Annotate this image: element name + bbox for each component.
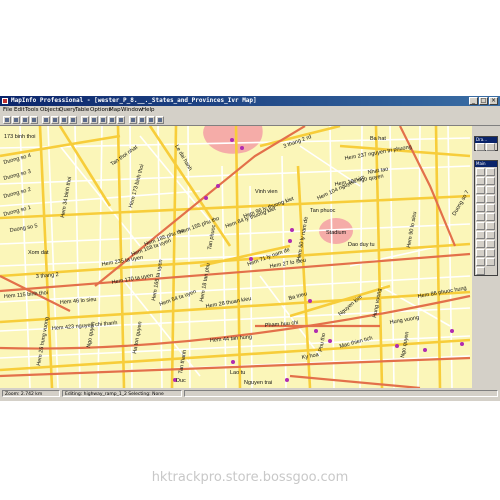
- poi-marker[interactable]: [328, 339, 332, 343]
- street-label: Stadium: [326, 230, 347, 236]
- menu-help[interactable]: Help: [142, 106, 155, 115]
- copy-button[interactable]: [51, 116, 59, 124]
- layer-control-button[interactable]: [138, 116, 146, 124]
- line-tool-icon[interactable]: [486, 143, 495, 151]
- info-tool-icon[interactable]: [476, 213, 485, 221]
- undo-button[interactable]: [69, 116, 77, 124]
- street-label: 173 binh thoi: [4, 134, 36, 140]
- app-icon: [2, 98, 8, 104]
- legend-icon[interactable]: [476, 240, 485, 248]
- polygon-select-icon[interactable]: [476, 186, 485, 194]
- sql-select-button[interactable]: [129, 116, 137, 124]
- street-label: Lao tu: [230, 370, 245, 376]
- street-label: Vinh vien: [255, 189, 278, 195]
- menu-file[interactable]: File: [3, 106, 12, 115]
- graph-select-icon[interactable]: [476, 249, 485, 257]
- new-mapper-button[interactable]: [90, 116, 98, 124]
- tool-palettes: Dra... Main: [472, 126, 500, 388]
- pen-tool-icon[interactable]: [476, 143, 485, 151]
- street-label: Ba hat: [370, 136, 386, 142]
- hotlink-icon[interactable]: [486, 213, 495, 221]
- show-hide-icon[interactable]: [476, 258, 485, 266]
- select-arrow-icon[interactable]: [476, 168, 485, 176]
- poi-marker[interactable]: [314, 329, 318, 333]
- poi-marker[interactable]: [450, 329, 454, 333]
- poi-marker[interactable]: [231, 360, 235, 364]
- zoom-status: Zoom: 2.742 km: [2, 390, 60, 397]
- poi-marker[interactable]: [395, 344, 399, 348]
- marquee-select-icon[interactable]: [476, 177, 485, 185]
- poi-marker[interactable]: [230, 138, 234, 142]
- info-icon[interactable]: [486, 168, 495, 176]
- map-window[interactable]: 173 binh thoi Tan thoi nhat Le dai hanh 3 t…: [0, 126, 472, 388]
- main-palette: Main: [474, 160, 498, 276]
- boundary-select-icon[interactable]: [486, 186, 495, 194]
- status-bar: Zoom: 2.742 km Editing: highway_ramp_1_2…: [0, 389, 500, 398]
- close-button[interactable]: ×: [489, 97, 498, 105]
- new-layout-button[interactable]: [108, 116, 116, 124]
- street-label: Dao duy tu: [348, 242, 375, 248]
- main-palette-title: Main: [475, 161, 497, 167]
- poi-marker[interactable]: [288, 239, 292, 243]
- radius-select-icon[interactable]: [486, 177, 495, 185]
- poi-marker[interactable]: [308, 299, 312, 303]
- label-tool-icon[interactable]: [476, 222, 485, 230]
- menu-table[interactable]: Table: [75, 106, 89, 115]
- menu-bar: File Edit Tools Objects Query Table Opti…: [0, 106, 500, 115]
- ruler-icon[interactable]: [476, 231, 485, 239]
- new-browser-button[interactable]: [81, 116, 89, 124]
- watermark: hktrackpro.store.bossgoo.com: [151, 470, 349, 485]
- menu-tools[interactable]: Tools: [25, 106, 39, 115]
- redistrict-button[interactable]: [117, 116, 125, 124]
- menu-edit[interactable]: Edit: [14, 106, 25, 115]
- reshape-icon[interactable]: [486, 258, 495, 266]
- menu-window[interactable]: Window: [121, 106, 143, 115]
- street-label: Duc: [176, 378, 186, 384]
- help-button[interactable]: [147, 116, 155, 124]
- street-label: Xom dat: [28, 250, 49, 256]
- mapinfo-window: MapInfo Professional - [wester_P_8.__._S…: [0, 96, 500, 401]
- layer-control-icon[interactable]: [486, 231, 495, 239]
- save-button[interactable]: [21, 116, 29, 124]
- poi-marker[interactable]: [423, 348, 427, 352]
- poi-marker[interactable]: [460, 342, 464, 346]
- new-grapher-button[interactable]: [99, 116, 107, 124]
- poi-marker[interactable]: [216, 184, 220, 188]
- new-table-button[interactable]: [3, 116, 11, 124]
- print-button[interactable]: [30, 116, 38, 124]
- zoom-out-icon[interactable]: [486, 195, 495, 203]
- status-panel: [184, 390, 498, 397]
- menu-objects[interactable]: Objects: [40, 106, 61, 115]
- drag-window-icon[interactable]: [486, 222, 495, 230]
- grabber-hand-icon[interactable]: [486, 204, 495, 212]
- map-canvas[interactable]: 173 binh thoiTan thoi nhat Le dai hanh3 t…: [0, 126, 472, 388]
- poi-marker[interactable]: [204, 196, 208, 200]
- maximize-button[interactable]: □: [479, 97, 488, 105]
- minimize-button[interactable]: _: [469, 97, 478, 105]
- drawing-palette: Dra...: [474, 136, 498, 151]
- poi-marker[interactable]: [240, 146, 244, 150]
- add-node-icon[interactable]: [476, 267, 485, 275]
- statistics-icon[interactable]: [486, 240, 495, 248]
- zoom-in-icon[interactable]: [476, 195, 485, 203]
- change-view-icon[interactable]: [476, 204, 485, 212]
- poi-marker[interactable]: [290, 228, 294, 232]
- legend-button[interactable]: [156, 116, 164, 124]
- title-bar[interactable]: MapInfo Professional - [wester_P_8.__._S…: [0, 96, 500, 106]
- editing-status: Editing: highway_ramp_1_2 Selecting: Non…: [62, 390, 182, 397]
- street-label: Tan phuoc: [310, 208, 336, 214]
- window-title: MapInfo Professional - [wester_P_8.__._S…: [11, 97, 257, 104]
- paste-button[interactable]: [60, 116, 68, 124]
- clip-region-icon[interactable]: [486, 249, 495, 257]
- menu-map[interactable]: Map: [109, 106, 121, 115]
- tool-bar: [0, 115, 500, 126]
- poi-marker[interactable]: [285, 378, 289, 382]
- street-label: Nguyen trai: [244, 380, 272, 386]
- open-table-button[interactable]: [12, 116, 20, 124]
- menu-query[interactable]: Query: [59, 106, 76, 115]
- cut-button[interactable]: [42, 116, 50, 124]
